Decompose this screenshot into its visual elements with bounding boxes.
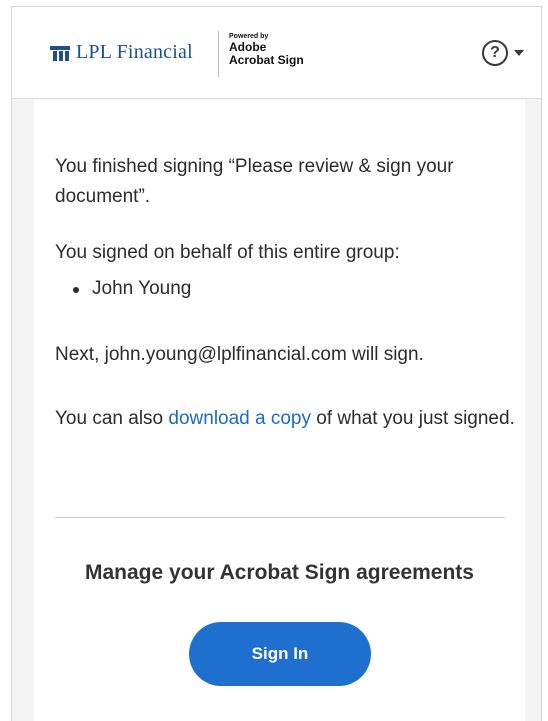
chevron-down-icon[interactable] (514, 50, 524, 56)
download-suffix-text: of what you just signed. (311, 408, 515, 429)
download-copy-link[interactable]: download a copy (168, 408, 311, 429)
logo-divider (218, 31, 219, 77)
group-members-list: John Young (73, 274, 192, 304)
group-member-name: John Young (92, 278, 192, 299)
top-header: LPL Financial Powered by Adobe Acrobat S… (12, 7, 541, 99)
download-prefix-text: You can also (55, 408, 169, 429)
group-intro-text: You signed on behalf of this entire grou… (55, 242, 400, 263)
question-circle-icon[interactable]: ? (482, 40, 508, 66)
finished-signing-message: You finished signing “Please review & si… (55, 156, 454, 207)
help-menu-button[interactable]: ? (482, 40, 524, 66)
download-copy-message: You can also download a copy of what you… (55, 404, 515, 434)
manage-agreements-heading: Manage your Acrobat Sign agreements (85, 561, 474, 584)
next-signer-message: Next, john.young@lplfinancial.com will s… (55, 344, 424, 365)
sign-in-button[interactable]: Sign In (189, 622, 371, 686)
bullet-icon (73, 287, 79, 293)
list-item: John Young (73, 274, 192, 304)
acrobat-sign-label: Acrobat Sign (229, 53, 304, 67)
lpl-financial-logo: LPL Financial (50, 41, 193, 64)
brand-name: LPL Financial (76, 41, 193, 63)
lpl-logo-icon (50, 45, 70, 61)
powered-by-adobe-logo: Powered by Adobe Acrobat Sign (229, 32, 304, 67)
confirmation-card: You finished signing “Please review & si… (34, 100, 525, 721)
signing-complete-frame: LPL Financial Powered by Adobe Acrobat S… (11, 6, 542, 721)
section-divider (55, 517, 505, 518)
